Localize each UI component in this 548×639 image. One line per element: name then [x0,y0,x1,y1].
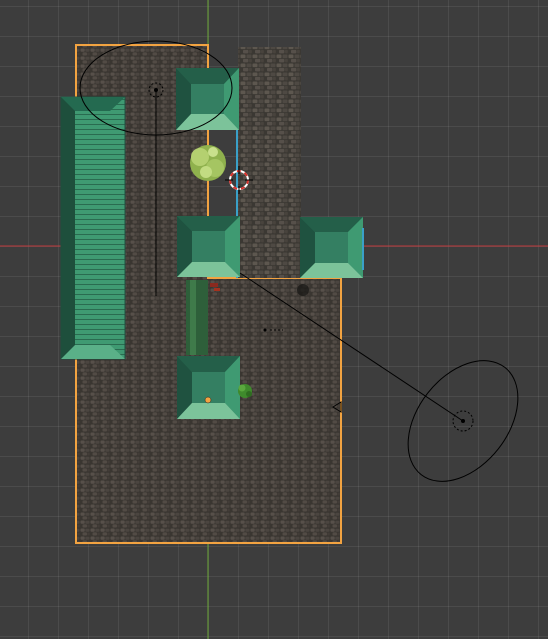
ground-spot [297,284,309,296]
house-roof-2[interactable] [177,216,240,277]
green-alley [186,280,208,355]
bush[interactable] [238,384,252,398]
long-roof-house[interactable] [60,96,126,360]
house-roof-3[interactable] [300,217,364,278]
3d-viewport[interactable] [0,0,548,639]
tree[interactable] [190,145,226,181]
scene-canvas[interactable] [0,0,548,639]
house-roof-4[interactable] [177,356,240,419]
object-origin-dot [204,396,212,404]
cobblestone-path[interactable] [238,47,301,278]
